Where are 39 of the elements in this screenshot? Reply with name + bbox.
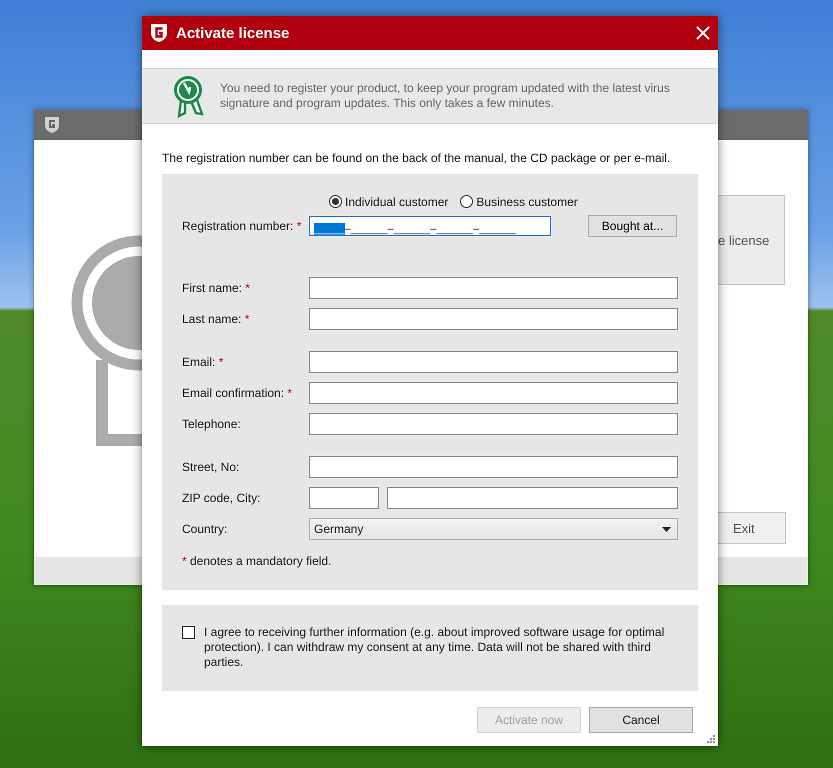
field-label: Email confirmation: * (182, 386, 294, 400)
zip-field[interactable] (309, 487, 379, 509)
exit-button[interactable]: Exit (718, 512, 786, 544)
field-label: ZIP code, City: (182, 491, 262, 505)
field-label: Telephone: (182, 417, 242, 431)
field-label: Last name: * (182, 312, 250, 326)
text-field[interactable] (309, 382, 678, 404)
dialog-button[interactable]: Cancel (589, 707, 693, 733)
radio-button[interactable] (460, 195, 474, 208)
shield-logo-icon (44, 116, 60, 134)
consent-text: I agree to receiving further information (e.g. about improved software usage for optimal protection). I can withdraw my consent at any time. Data will not be shared with third parties. (204, 625, 666, 670)
award-ribbon-icon (172, 74, 206, 118)
caret-icon (662, 526, 671, 532)
text-field[interactable] (309, 351, 678, 373)
country-dropdown[interactable]: Germany (309, 518, 678, 540)
radio-label[interactable]: Business customer (476, 194, 578, 208)
resize-grip-icon[interactable] (706, 734, 715, 743)
close-icon[interactable] (696, 26, 710, 40)
text-field[interactable] (309, 413, 678, 435)
hint-text: The registration number can be found on the back of the manual, the CD package or per e-mail. (162, 151, 670, 165)
radio-button[interactable] (329, 195, 342, 208)
field-label: Country: (182, 522, 228, 536)
bought-at-button[interactable]: Bought at... (588, 215, 677, 237)
city-field[interactable] (387, 487, 678, 509)
text-field[interactable] (309, 308, 678, 330)
field-label: First name: * (182, 281, 252, 295)
text-field[interactable] (309, 277, 678, 299)
field-label: Street, No: (182, 460, 240, 474)
dialog-title: Activate license (176, 24, 290, 42)
mandatory-note: * denotes a mandatory field. (182, 554, 332, 568)
field-label: Email: * (182, 355, 224, 369)
text-field[interactable] (309, 456, 678, 478)
field-label: Registration number: * (182, 219, 302, 233)
registration-number-field[interactable]: _____–______–______–______–______ (309, 216, 551, 236)
activate-license-button[interactable]: e license (718, 195, 785, 285)
shield-logo-icon (150, 23, 168, 43)
radio-label[interactable]: Individual customer (345, 194, 448, 208)
consent-checkbox[interactable] (182, 626, 195, 639)
banner-text: You need to register your product, to keep your program updated with the latest virus signature and program updates. This only takes a few minutes. (220, 81, 671, 111)
